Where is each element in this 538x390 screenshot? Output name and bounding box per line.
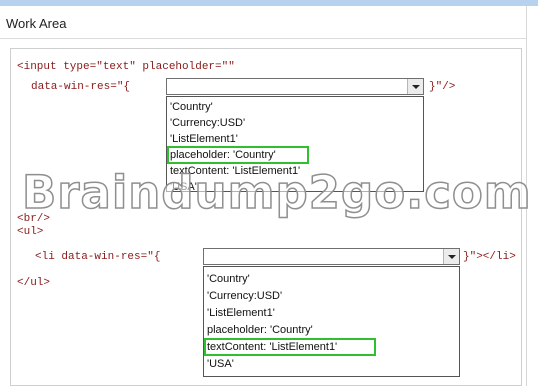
green-highlight-box [167, 146, 309, 164]
code-data-win-res-suffix: }"/> [429, 81, 456, 93]
code-ul-open: <ul> [17, 226, 44, 238]
dropdown-2-option[interactable]: placeholder: 'Country' [207, 323, 313, 337]
dropdown-1-option[interactable]: 'ListElement1' [170, 132, 238, 146]
dropdown-1-option[interactable]: 'Currency:USD' [170, 116, 245, 130]
code-li-prefix: <li data-win-res="{ [35, 251, 161, 263]
chevron-down-icon[interactable] [443, 249, 459, 264]
code-input-line: <input type="text" placeholder="" [17, 61, 235, 73]
dropdown-2-option[interactable]: 'Currency:USD' [207, 289, 282, 303]
code-ul-close: </ul> [17, 277, 51, 289]
dropdown-1[interactable] [166, 78, 424, 95]
green-highlight-box [204, 338, 376, 356]
panel-title: Work Area [6, 16, 67, 31]
code-data-win-res-prefix: data-win-res="{ [31, 81, 131, 93]
dropdown-2-option[interactable]: 'ListElement1' [207, 306, 275, 320]
code-li-suffix: }"></li> [463, 251, 516, 263]
dropdown-2[interactable] [203, 248, 460, 265]
dropdown-2-option[interactable]: 'Country' [207, 272, 250, 286]
title-divider [0, 38, 526, 39]
dropdown-2-option[interactable]: 'USA' [207, 357, 234, 371]
watermark: Braindump2go.com [21, 165, 532, 220]
dropdown-2-listbox: 'Country' 'Currency:USD' 'ListElement1' … [203, 266, 460, 377]
chevron-down-icon[interactable] [407, 79, 423, 94]
dropdown-1-option[interactable]: 'Country' [170, 100, 213, 114]
